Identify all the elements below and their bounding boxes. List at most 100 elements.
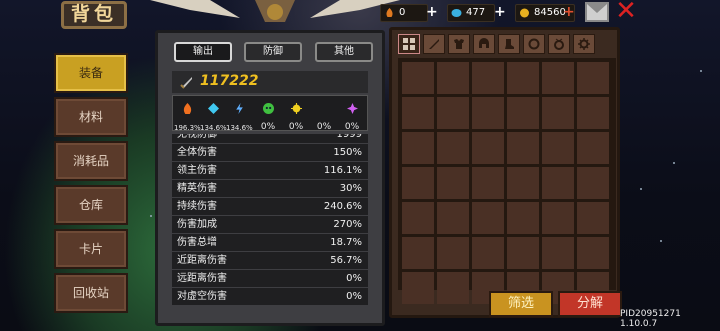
sword-icon [180, 77, 192, 89]
poison-skull-icon [262, 103, 274, 114]
inventory-slot[interactable] [402, 237, 434, 269]
inventory-slot[interactable] [437, 97, 469, 129]
lightning-icon [235, 103, 243, 114]
inventory-slot[interactable] [472, 62, 504, 94]
close-icon[interactable]: ✕ [614, 0, 638, 24]
inventory-slot[interactable] [542, 167, 574, 199]
power-display: 117222 [172, 71, 368, 93]
table-row: 全体伤害 150% [172, 144, 368, 161]
sidebar-item-recycle-bin[interactable]: 回收站 [54, 273, 128, 313]
page-title: 背包 [61, 1, 127, 29]
inventory-slot[interactable] [507, 132, 539, 164]
inventory-slot[interactable] [577, 132, 609, 164]
sidebar-item-warehouse[interactable]: 仓库 [54, 185, 128, 225]
gem-value: 477 [466, 7, 486, 18]
inventory-slot[interactable] [437, 132, 469, 164]
power-value: 117222 [200, 73, 259, 89]
inventory-slot[interactable] [507, 202, 539, 234]
filter-button[interactable]: 筛选 [489, 291, 553, 317]
table-row: 远距离伤害 0% [172, 270, 368, 287]
inventory-slot[interactable] [402, 167, 434, 199]
add-gold-button[interactable]: + [563, 4, 575, 20]
sidebar-item-materials[interactable]: 材料 [54, 97, 128, 137]
element-light: 0% [283, 99, 309, 132]
inventory-slot[interactable] [542, 237, 574, 269]
tab-all[interactable] [398, 34, 420, 54]
inventory-slot[interactable] [507, 97, 539, 129]
tab-defense[interactable]: 防御 [244, 42, 302, 62]
version-label: PID20951271 1.10.0.7 [620, 309, 681, 329]
inventory-slot[interactable] [507, 62, 539, 94]
fire-icon [183, 103, 191, 114]
crescent-icon [319, 103, 326, 114]
tab-amulets[interactable] [548, 34, 570, 54]
inventory-slot[interactable] [437, 272, 469, 304]
category-sidebar: 装备 材料 消耗品 仓库 卡片 回收站 [54, 49, 128, 325]
grid-icon [403, 38, 415, 50]
inventory-slot[interactable] [472, 167, 504, 199]
tab-settings[interactable] [573, 34, 595, 54]
table-row: 对虚空伤害 0% [172, 288, 368, 305]
element-fire: 196.3% [174, 99, 201, 132]
tab-boots[interactable] [498, 34, 520, 54]
tab-weapons[interactable] [423, 34, 445, 54]
sidebar-item-cards[interactable]: 卡片 [54, 229, 128, 269]
mail-icon[interactable] [585, 2, 609, 22]
inventory-slot[interactable] [402, 132, 434, 164]
inventory-grid [398, 58, 616, 304]
inventory-slot[interactable] [542, 132, 574, 164]
tab-rings[interactable] [523, 34, 545, 54]
coin-icon [520, 8, 529, 18]
element-dark: 0% [311, 99, 337, 132]
inventory-slot[interactable] [542, 62, 574, 94]
tab-armor[interactable] [448, 34, 470, 54]
table-row: 伤害加成 270% [172, 216, 368, 233]
inventory-slot[interactable] [437, 202, 469, 234]
table-row: 精英伤害 30% [172, 180, 368, 197]
element-arcane: 0% [339, 99, 365, 132]
inventory-slot[interactable] [402, 62, 434, 94]
top-bar: 背包 0 + 477 + 84560 + ✕ [0, 0, 720, 29]
inventory-slot[interactable] [402, 97, 434, 129]
tab-other[interactable]: 其他 [315, 42, 373, 62]
sword-icon [429, 39, 439, 49]
ring-icon [528, 38, 540, 50]
inventory-slot[interactable] [542, 202, 574, 234]
decompose-button[interactable]: 分解 [558, 291, 622, 317]
element-poison: 0% [255, 99, 281, 132]
inventory-slot[interactable] [577, 62, 609, 94]
tab-helmet[interactable] [473, 34, 495, 54]
gem-icon [451, 9, 462, 17]
inventory-slot[interactable] [577, 237, 609, 269]
inventory-slot[interactable] [437, 167, 469, 199]
inventory-slot[interactable] [472, 132, 504, 164]
inventory-panel: 筛选 分解 [389, 27, 622, 318]
inventory-slot[interactable] [437, 62, 469, 94]
inventory-slot[interactable] [437, 237, 469, 269]
flame-icon [386, 8, 393, 17]
sidebar-item-equipment[interactable]: 装备 [54, 53, 128, 93]
element-lightning: 134.6% [226, 99, 253, 132]
inventory-slot[interactable] [577, 97, 609, 129]
element-stats: 196.3% 134.6% 134.6% 0% 0% 0% 0% [172, 95, 368, 132]
inventory-slot[interactable] [507, 237, 539, 269]
inventory-slot[interactable] [507, 167, 539, 199]
add-gems-button[interactable]: + [494, 4, 506, 20]
table-row: 领主伤害 116.1% [172, 162, 368, 179]
add-energy-button[interactable]: + [426, 4, 438, 20]
energy-value: 0 [399, 7, 406, 18]
inventory-slot[interactable] [577, 202, 609, 234]
inventory-slot[interactable] [402, 272, 434, 304]
inventory-slot[interactable] [542, 97, 574, 129]
inventory-slot[interactable] [472, 237, 504, 269]
star-crystal-icon [346, 103, 358, 114]
inventory-slot[interactable] [472, 97, 504, 129]
sun-icon [290, 103, 302, 114]
tab-output[interactable]: 输出 [174, 42, 232, 62]
gear-icon [578, 38, 590, 50]
table-row: 伤害总增 18.7% [172, 234, 368, 251]
inventory-slot[interactable] [472, 202, 504, 234]
inventory-slot[interactable] [577, 167, 609, 199]
sidebar-item-consumables[interactable]: 消耗品 [54, 141, 128, 181]
inventory-slot[interactable] [402, 202, 434, 234]
